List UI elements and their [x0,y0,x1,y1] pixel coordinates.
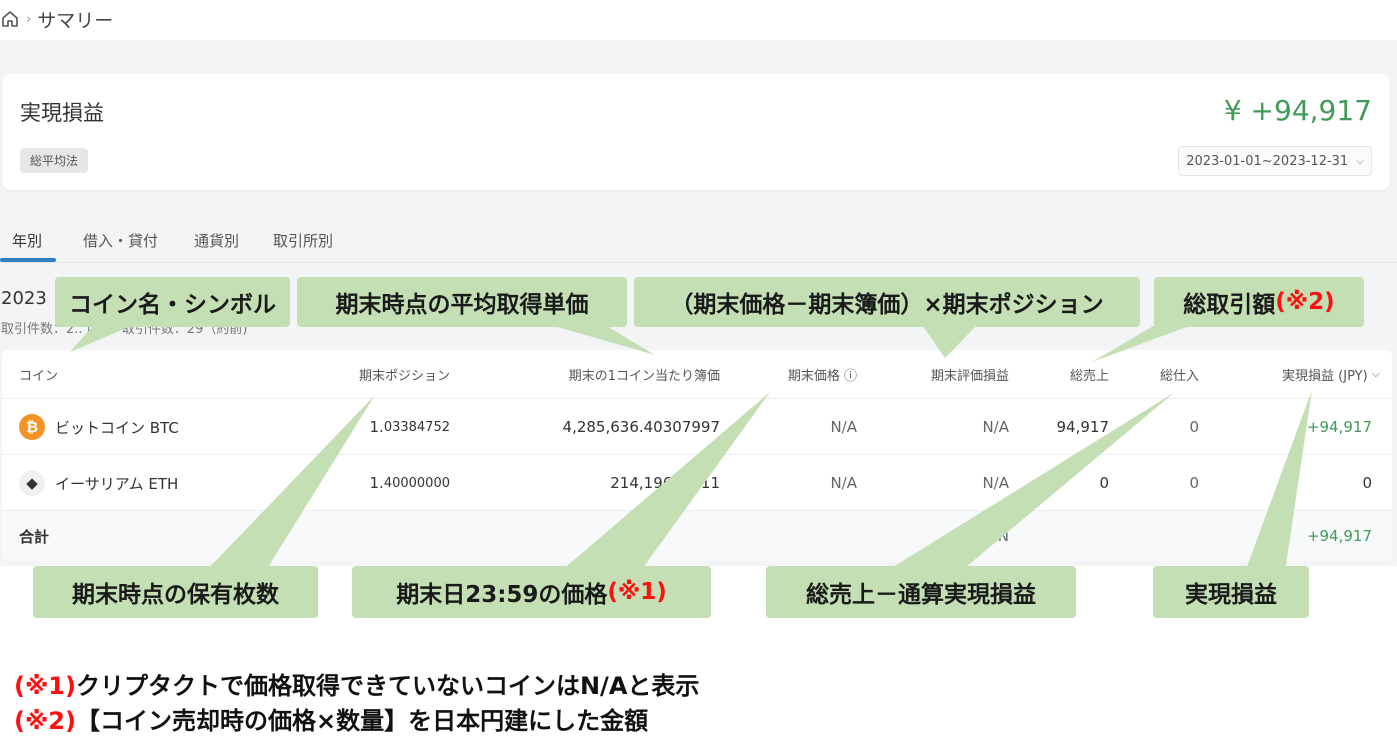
sales-cell: 94,917 [1056,418,1110,436]
col-book-value: 期末の1コイン当たり簿価 [568,368,720,384]
annotation-sales-formula: 総売上－通算実現損益 [766,566,1076,618]
eval-cell: N/A [982,418,1009,436]
summary-table: コイン 期末ポジション 期末の1コイン当たり簿価 期末価格 ⓘ 期末評価損益 総… [2,350,1392,561]
date-range-select[interactable]: 2023-01-01~2023-12-31 ⌵ [1178,146,1372,176]
price-cell: N/A [830,474,857,492]
coin-name: ビットコイン BTC [55,418,179,437]
annotation-note-mark-1: (※1) [607,579,667,605]
eval-cell: N/A [982,474,1009,492]
summary-title: 実現損益 [20,101,104,125]
year-heading: 2023 [1,288,47,309]
footnote-1-text: クリプタクトで価格取得できていないコインはN/Aと表示 [75,672,700,700]
summary-pl-value: ¥ +94,917 [1223,94,1372,127]
col-realized-pl-label: 実現損益 (JPY) [1282,368,1368,384]
annotation-price: 期末日23:59の価格 (※1) [352,566,711,618]
annotation-total-trade: 総取引額 (※2) [1154,277,1364,327]
breadcrumb-separator: › [26,11,32,27]
tab-by-currency[interactable]: 通貨別 [194,230,239,251]
annotation-coin-name: コイン名・シンボル [55,277,290,327]
col-price: 期末価格 ⓘ [787,368,857,384]
col-eval-pl: 期末評価損益 [930,368,1009,384]
realized-pl-cell: 0 [1362,474,1372,492]
coin-cell: ₿ ビットコイン BTC [19,399,179,455]
total-eval-cell: N [997,527,1009,545]
bitcoin-icon: ₿ [19,414,45,440]
table-row[interactable]: ◆ イーサリアム ETH 1. 40000000 214,196.11 11 N/… [2,454,1392,511]
method-badge: 総平均法 [20,148,89,173]
breadcrumb-current: サマリー [37,9,114,32]
ethereum-icon: ◆ [19,470,45,496]
tab-borrow-lend[interactable]: 借入・貸付 [83,230,158,251]
annotation-eval-formula: （期末価格－期末簿価）×期末ポジション [634,277,1140,327]
price-cell: N/A [830,418,857,436]
purchase-cell: 0 [1189,474,1199,492]
footnote-1: (※1)クリプタクトで価格取得できていないコインはN/Aと表示 [14,666,699,701]
footnote-2-mark: (※2) [14,707,76,735]
book-cell: 4,285,636.40307997 [562,418,720,436]
col-total-purchase: 総仕入 [1159,368,1199,384]
annotation-total-trade-label: 総取引額 [1183,292,1276,318]
annotation-realized: 実現損益 [1153,566,1309,618]
tab-divider [0,262,1397,263]
col-realized-pl[interactable]: 実現損益 (JPY) ⌵ [1212,350,1380,398]
col-coin: コイン [19,368,59,384]
footnote-2-text: 【コイン売却時の価格×数量】を日本円建にした金額 [75,707,649,735]
coin-name: イーサリアム ETH [55,474,179,493]
table-header: コイン 期末ポジション 期末の1コイン当たり簿価 期末価格 ⓘ 期末評価損益 総… [2,350,1392,398]
annotation-price-label: 期末日23:59の価格 [396,582,608,608]
breadcrumb: › サマリー [0,6,113,32]
sales-cell: 0 [1099,474,1109,492]
total-label: 合計 [19,527,50,546]
footnote-1-mark: (※1) [14,672,76,700]
date-range-value: 2023-01-01~2023-12-31 [1186,153,1349,169]
table-total-row: 合計 N +94,917 [2,510,1392,561]
footnote-2: (※2)【コイン売却時の価格×数量】を日本円建にした金額 [14,701,648,736]
tab-yearly[interactable]: 年別 [12,230,42,251]
tab-by-exchange[interactable]: 取引所別 [273,230,333,251]
position-dec: 03384752 [383,419,450,435]
position-cell: 1. 03384752 [302,399,450,455]
tab-bar: 年別 借入・貸付 通貨別 取引所別 [0,226,400,266]
annotation-holdings: 期末時点の保有枚数 [33,566,318,618]
summary-card: 実現損益 総平均法 ¥ +94,917 2023-01-01~2023-12-3… [2,74,1390,190]
col-total-sales: 総売上 [1069,368,1109,384]
position-dec: 40000000 [383,475,450,491]
coin-cell: ◆ イーサリアム ETH [19,455,178,511]
annotation-avg-cost: 期末時点の平均取得単価 [297,277,627,327]
table-row[interactable]: ₿ ビットコイン BTC 1. 03384752 4,285,636.403079… [2,398,1392,455]
sort-chevron-icon: ⌵ [1371,367,1380,380]
realized-pl-cell: +94,917 [1306,418,1372,436]
home-icon[interactable] [0,9,20,29]
book-cell: 214,196.11 11 [610,474,720,492]
position-cell: 1. 40000000 [302,455,450,511]
purchase-cell: 0 [1189,418,1199,436]
annotation-note-mark-2: (※2) [1275,289,1335,315]
position-int: 1. [369,418,384,436]
col-position: 期末ポジション [358,368,450,384]
position-int: 1. [369,474,384,492]
chevron-down-icon: ⌵ [1356,155,1364,167]
total-realized-pl: +94,917 [1306,527,1372,545]
